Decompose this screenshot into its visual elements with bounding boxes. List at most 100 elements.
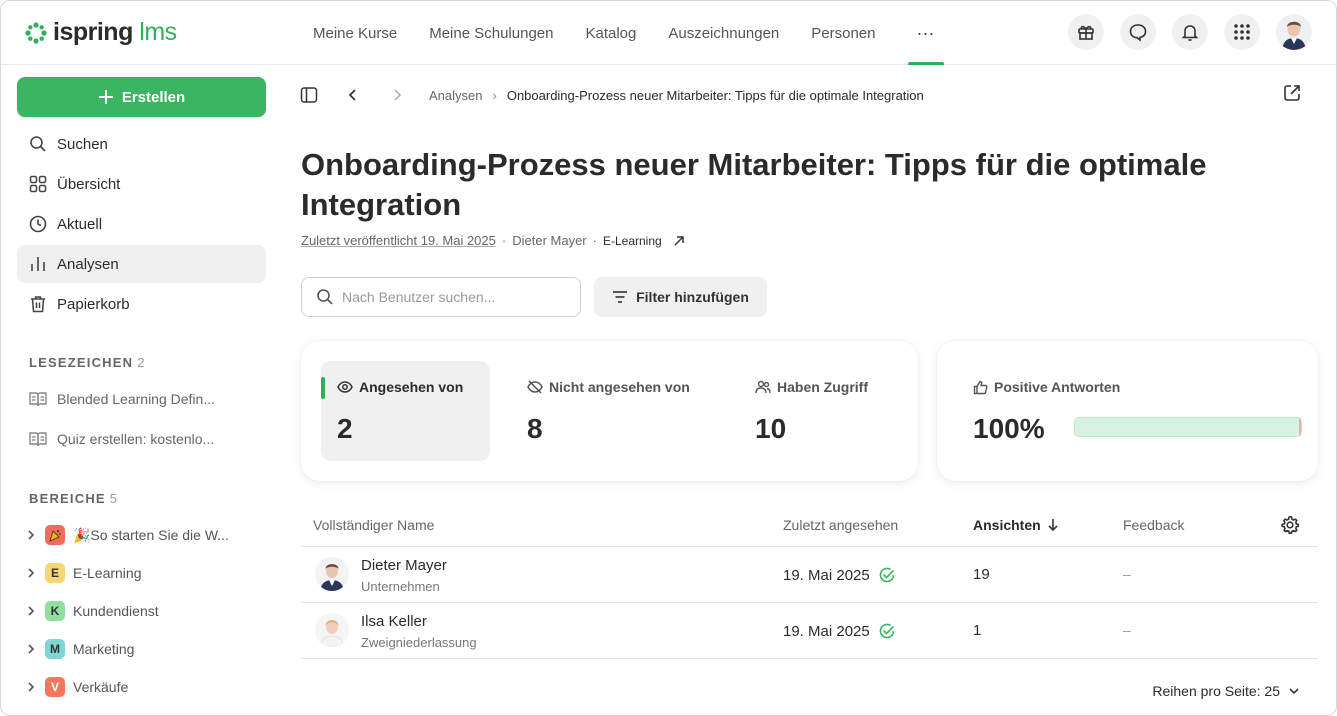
area-item-e-learning[interactable]: E E-Learning [25, 563, 142, 583]
sidebar-item-suchen[interactable]: Suchen [17, 125, 266, 163]
page-meta: Zuletzt veröffentlicht 19. Mai 2025 · Di… [301, 233, 686, 248]
logo-text: ispring lms [53, 18, 177, 47]
stat-has-access[interactable]: Haben Zugriff 10 [739, 361, 899, 461]
chevron-down-icon [1289, 688, 1299, 695]
grid-icon [1234, 24, 1250, 40]
area-item-kundendienst[interactable]: K Kundendienst [25, 601, 159, 621]
column-views-label: Ansichten [973, 517, 1041, 533]
chevron-right-icon[interactable] [25, 567, 37, 579]
chat-button[interactable] [1120, 14, 1156, 50]
user-search[interactable] [301, 277, 581, 317]
check-circle-icon [879, 567, 895, 583]
create-button-label: Erstellen [121, 88, 186, 106]
column-full-name[interactable]: Vollständiger Name [313, 517, 434, 533]
chevron-right-icon[interactable] [25, 605, 37, 617]
notifications-button[interactable] [1172, 14, 1208, 50]
nav-meine-schulungen[interactable]: Meine Schulungen [429, 1, 553, 65]
bookmarks-title: LESEZEICHEN [29, 355, 134, 370]
gift-icon [1078, 25, 1094, 40]
user-avatar[interactable] [1276, 14, 1312, 50]
stat-not-viewed[interactable]: Nicht angesehen von 8 [511, 361, 711, 461]
nav-personen[interactable]: Personen [811, 1, 875, 65]
forward-button[interactable] [385, 83, 409, 107]
user-department: Zweigniederlassung [361, 635, 477, 650]
logo[interactable]: ispring lms [25, 18, 177, 47]
table-row[interactable]: Ilsa Keller Zweigniederlassung 19. Mai 2… [301, 603, 1318, 659]
stat-value: 2 [337, 413, 353, 444]
bookmark-item[interactable]: Quiz erstellen: kostenlo... [29, 431, 214, 447]
nav-more-button[interactable]: ··· [907, 1, 944, 65]
search-input[interactable] [342, 289, 562, 305]
breadcrumb-current: Onboarding-Prozess neuer Mitarbeiter: Ti… [506, 87, 924, 103]
stat-label-text: Angesehen von [359, 379, 464, 395]
area-badge: K [45, 601, 65, 621]
gift-button[interactable] [1068, 14, 1104, 50]
stat-viewed[interactable]: Angesehen von 2 [321, 361, 490, 461]
bookmark-item[interactable]: Blended Learning Defin... [29, 391, 215, 407]
rows-per-page-select[interactable]: Reihen pro Seite: 25 [1152, 683, 1300, 699]
check-circle-icon [879, 623, 895, 639]
main-nav: Meine Kurse Meine Schulungen Katalog Aus… [313, 1, 944, 65]
analytics-icon [31, 257, 45, 271]
stat-positive-feedback[interactable]: Positive Antworten 100% [957, 361, 1302, 461]
views-stats-card: Angesehen von 2 Nicht angesehen von 8 Ha… [301, 341, 918, 481]
category-link[interactable]: E-Learning [603, 234, 662, 248]
rows-per-page-label: Reihen pro Seite: 25 [1152, 683, 1280, 699]
last-viewed: 19. Mai 2025 [783, 622, 896, 640]
logo-main: ispring [53, 18, 133, 46]
user-name[interactable]: Ilsa Keller [361, 613, 427, 630]
apps-button[interactable] [1224, 14, 1260, 50]
column-feedback[interactable]: Feedback [1123, 517, 1184, 533]
views-count: 19 [973, 566, 990, 583]
area-item-marketing[interactable]: M Marketing [25, 639, 134, 659]
stat-value: 10 [755, 413, 787, 444]
chevron-right-icon[interactable] [25, 529, 37, 541]
arrow-up-right-icon[interactable] [672, 234, 686, 248]
toggle-sidebar-button[interactable] [297, 83, 321, 107]
nav-meine-kurse[interactable]: Meine Kurse [313, 1, 397, 65]
filter-icon [613, 291, 628, 303]
sidebar-item-aktuell[interactable]: Aktuell [17, 205, 266, 243]
add-filter-button[interactable]: Filter hinzufügen [594, 277, 767, 317]
clock-icon [29, 215, 47, 233]
table-header: Vollständiger Name Zuletzt angesehen Ans… [301, 505, 1318, 547]
book-icon [29, 392, 47, 407]
breadcrumb: Analysen › Onboarding-Prozess neuer Mita… [297, 83, 924, 107]
areas-title: BEREICHE [29, 491, 106, 506]
sidebar-item-label: Suchen [57, 135, 108, 153]
table-row[interactable]: Dieter Mayer Unternehmen 19. Mai 2025 19… [301, 547, 1318, 603]
negative-feedback-marker [1299, 418, 1301, 436]
sidebar-item-analysen[interactable]: Analysen [17, 245, 266, 283]
feedback-value: – [1123, 622, 1131, 638]
chevron-left-icon [348, 89, 356, 101]
column-views[interactable]: Ansichten [973, 517, 1059, 533]
nav-katalog[interactable]: Katalog [585, 1, 636, 65]
sidebar-item-label: Papierkorb [57, 295, 130, 313]
last-viewed: 19. Mai 2025 [783, 566, 896, 584]
sidebar-item-papierkorb[interactable]: Papierkorb [17, 285, 266, 323]
open-external-button[interactable] [1282, 83, 1306, 107]
area-label: Verkäufe [73, 679, 129, 695]
gear-icon[interactable] [1280, 515, 1300, 535]
plus-icon [98, 90, 113, 104]
area-item-verkaeufe[interactable]: V Verkäufe [25, 677, 128, 697]
bookmark-label: Blended Learning Defin... [57, 391, 215, 407]
back-button[interactable] [341, 83, 365, 107]
stat-label-text: Haben Zugriff [777, 379, 868, 395]
user-name[interactable]: Dieter Mayer [361, 557, 447, 574]
breadcrumb-parent[interactable]: Analysen [429, 88, 482, 103]
add-filter-label: Filter hinzufügen [636, 289, 749, 305]
chevron-right-icon[interactable] [25, 681, 37, 693]
stat-label: Angesehen von [337, 379, 463, 395]
create-button[interactable]: Erstellen [17, 77, 266, 117]
logo-icon [25, 21, 47, 44]
area-item-start[interactable]: 🎉So starten Sie die W... [25, 525, 229, 545]
chevron-right-icon[interactable] [25, 643, 37, 655]
nav-auszeichnungen[interactable]: Auszeichnungen [668, 1, 779, 65]
avatar-image [1276, 14, 1312, 50]
chat-icon [1129, 24, 1147, 42]
breadcrumb-separator: › [492, 87, 497, 103]
published-date[interactable]: Zuletzt veröffentlicht 19. Mai 2025 [301, 233, 496, 248]
sidebar-item-uebersicht[interactable]: Übersicht [17, 165, 266, 203]
column-last-viewed[interactable]: Zuletzt angesehen [783, 517, 898, 533]
